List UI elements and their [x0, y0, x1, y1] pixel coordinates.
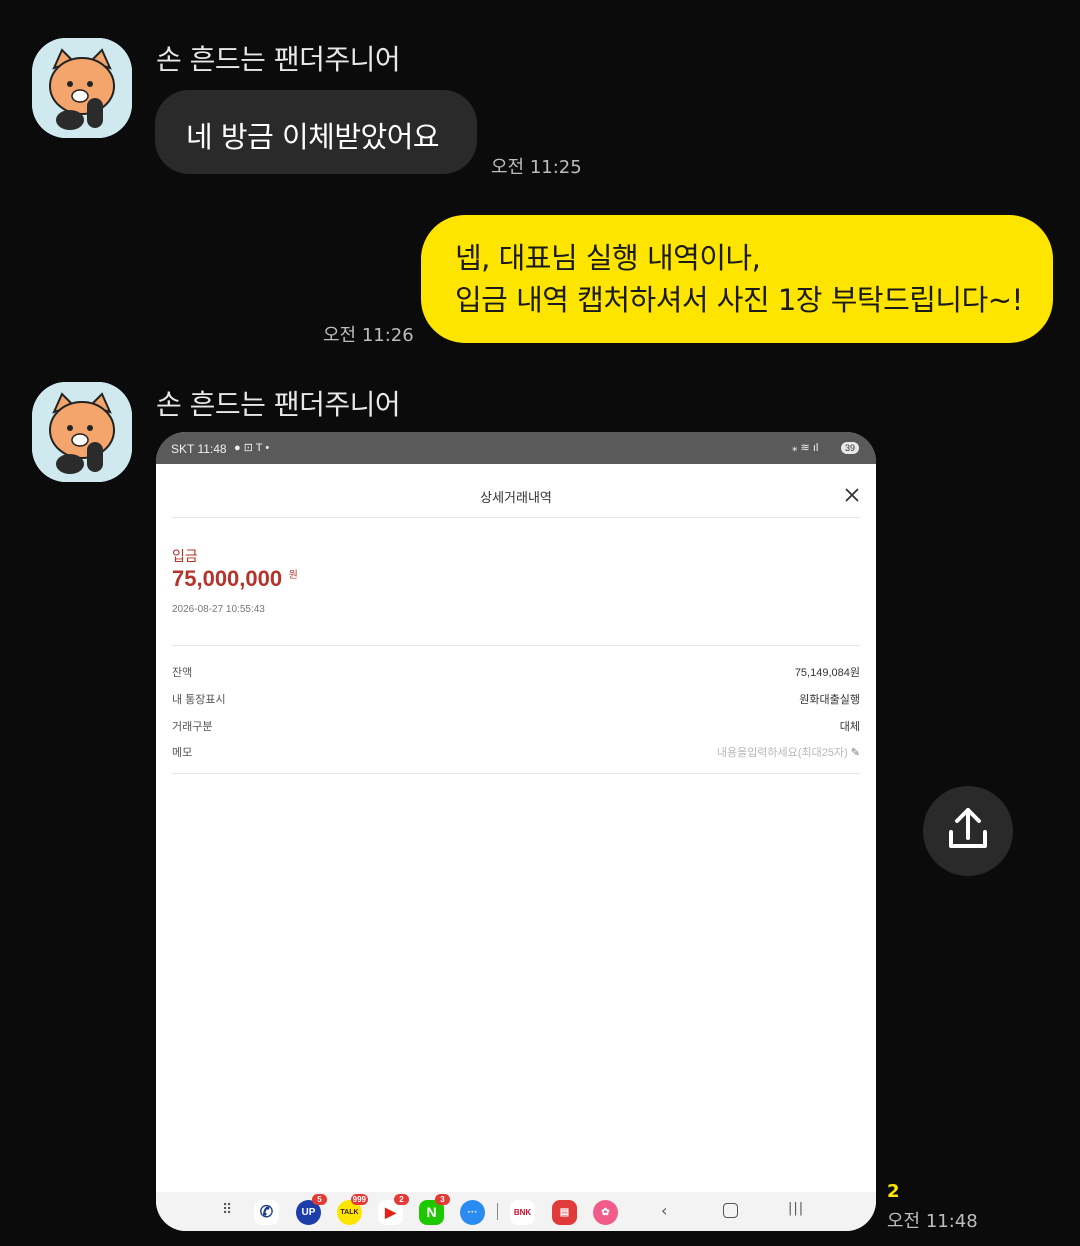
- app-label: BNK: [513, 1208, 532, 1217]
- detail-value: 대체: [839, 721, 860, 733]
- signal-icon: ⁎ ≋ ıl: [792, 442, 819, 454]
- sender-avatar[interactable]: [32, 382, 132, 482]
- phone-status-bar: SKT 11:48 ● ⊡ T • ⁎ ≋ ıl 39: [156, 432, 876, 464]
- app-badge: 5: [312, 1194, 327, 1205]
- message-time: 오전 11:25: [491, 157, 582, 178]
- app-label: N: [426, 1204, 437, 1220]
- transaction-type: 입금: [172, 549, 198, 565]
- message-time: 오전 11:26: [323, 325, 414, 346]
- sender-avatar[interactable]: [32, 38, 132, 138]
- up-app-icon: UP 5: [296, 1194, 327, 1225]
- incoming-message-bubble[interactable]: 네 방금 이체받았어요: [155, 90, 477, 174]
- app-badge: 2: [394, 1194, 409, 1205]
- detail-label: 거래구분: [172, 721, 213, 733]
- detail-label: 내 통장표시: [172, 694, 226, 706]
- status-icons: ● ⊡ T •: [234, 442, 270, 454]
- divider: [172, 773, 860, 774]
- detail-row: 내 통장표시 원화대출실행: [172, 691, 860, 707]
- phone-dock: ⠿ ✆ UP 5 TALK 999 ▶ 2 N 3 ··· BNK ▤ ✿ ‹ …: [156, 1192, 876, 1231]
- messages-app-icon: ···: [460, 1200, 485, 1225]
- image-attachment[interactable]: SKT 11:48 ● ⊡ T • ⁎ ≋ ıl 39 상세거래내역 입금 75…: [156, 432, 876, 1231]
- apps-grid-icon: ⠿: [222, 1202, 233, 1218]
- page-title: 상세거래내역: [480, 490, 552, 505]
- close-icon[interactable]: [844, 487, 860, 503]
- app-label: TALK: [340, 1209, 359, 1216]
- memo-input[interactable]: 내용을입력하세요(최대25자) ✎: [717, 744, 860, 760]
- sender-name: 손 흔드는 팬더주니어: [156, 388, 401, 421]
- detail-row: 잔액 75,149,084원: [172, 664, 860, 680]
- gallery-app-icon: ✿: [593, 1200, 618, 1225]
- bnk-app-icon: BNK: [510, 1200, 535, 1225]
- share-button[interactable]: [923, 786, 1013, 876]
- message-text-line: 넵, 대표님 실행 내역이나,: [455, 241, 761, 275]
- kakaotalk-app-icon: TALK 999: [337, 1194, 368, 1225]
- bank-app-icon: ▤: [552, 1200, 577, 1225]
- share-icon: [949, 808, 987, 848]
- amount-unit: 원: [288, 570, 298, 581]
- battery-icon: 39: [841, 442, 859, 454]
- panda-avatar-icon: [32, 382, 132, 482]
- pencil-icon[interactable]: ✎: [851, 747, 860, 759]
- detail-row: 거래구분 대체: [172, 718, 860, 734]
- detail-value: 75,149,084원: [794, 667, 860, 679]
- transaction-datetime: 2026-08-27 10:55:43: [172, 604, 265, 615]
- app-label: UP: [301, 1207, 316, 1218]
- detail-label: 메모: [172, 747, 193, 759]
- phone-app-icon: ✆: [254, 1200, 279, 1225]
- app-badge: 3: [435, 1194, 450, 1205]
- detail-label: 잔액: [172, 667, 193, 679]
- transaction-amount: 75,000,000 원: [172, 566, 298, 592]
- app-badge: 999: [350, 1194, 368, 1205]
- dock-divider: [497, 1203, 498, 1220]
- naver-app-icon: N 3: [419, 1194, 450, 1225]
- home-icon: [723, 1203, 738, 1218]
- youtube-app-icon: ▶ 2: [378, 1194, 409, 1225]
- message-text: 네 방금 이체받았어요: [186, 120, 440, 154]
- detail-value: 원화대출실행: [799, 694, 860, 706]
- unread-count: 2: [887, 1181, 900, 1202]
- message-time: 오전 11:48: [887, 1211, 978, 1232]
- outgoing-message-bubble[interactable]: 넵, 대표님 실행 내역이나, 입금 내역 캡처하셔서 사진 1장 부탁드립니다…: [421, 215, 1053, 343]
- amount-value: 75,000,000: [172, 566, 283, 591]
- message-text-line: 입금 내역 캡처하셔서 사진 1장 부탁드립니다~!: [455, 283, 1023, 317]
- divider: [172, 645, 860, 646]
- divider: [172, 517, 860, 518]
- back-icon: ‹: [661, 1201, 668, 1220]
- status-carrier-time: SKT 11:48: [171, 442, 227, 456]
- detail-row: 메모 내용을입력하세요(최대25자) ✎: [172, 744, 860, 760]
- memo-placeholder: 내용을입력하세요(최대25자): [716, 747, 848, 759]
- recents-icon: |||: [788, 1201, 805, 1216]
- panda-avatar-icon: [32, 38, 132, 138]
- sender-name: 손 흔드는 팬더주니어: [156, 43, 401, 76]
